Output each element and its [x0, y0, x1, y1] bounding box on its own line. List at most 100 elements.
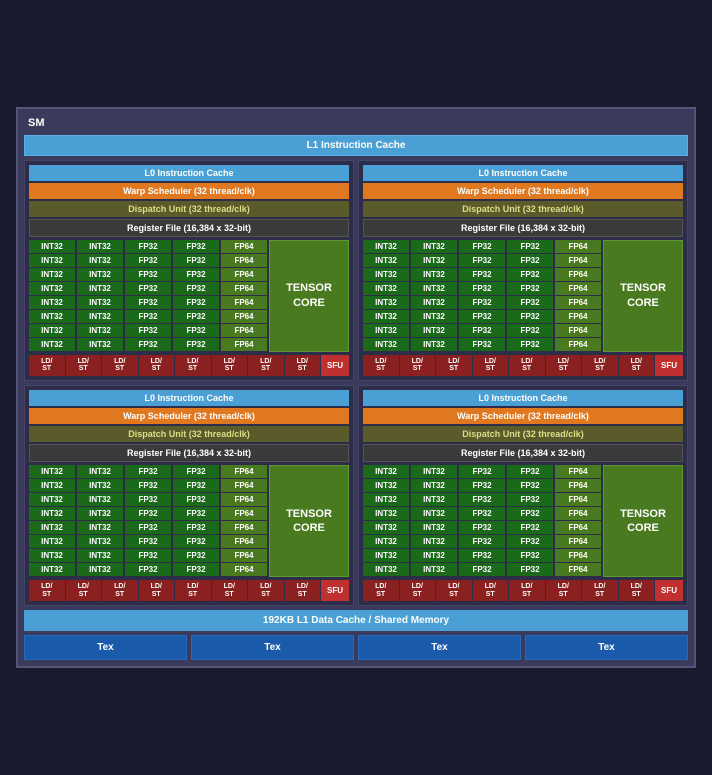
ld-st-sfu-row-2: LD/ST LD/ST LD/ST LD/ST LD/ST LD/ST LD/S…: [29, 580, 349, 601]
warp-scheduler-3: Warp Scheduler (32 thread/clk): [363, 408, 683, 424]
ld-st-cell: LD/ST: [175, 355, 211, 376]
tensor-core-2: TENSORCORE: [269, 465, 349, 577]
unit-row: INT32 INT32 FP32 FP32 FP64: [29, 493, 267, 506]
ld-st-cell: LD/ST: [473, 580, 509, 601]
int32-cell: INT32: [363, 296, 409, 309]
unit-row: INT32 INT32 FP32 FP32 FP64: [363, 338, 601, 351]
int32-cell: INT32: [411, 254, 457, 267]
int32-cell: INT32: [363, 465, 409, 478]
int32-cell: INT32: [363, 521, 409, 534]
fp32-cell: FP32: [459, 240, 505, 253]
int32-cell: INT32: [411, 521, 457, 534]
unit-row: INT32 INT32 FP32 FP32 FP64: [29, 465, 267, 478]
unit-row: INT32 INT32 FP32 FP32 FP64: [29, 296, 267, 309]
fp64-cell: FP64: [221, 535, 267, 548]
unit-row: INT32 INT32 FP32 FP32 FP64: [363, 254, 601, 267]
int32-cell: INT32: [77, 240, 123, 253]
ld-st-sfu-row-0: LD/ST LD/ST LD/ST LD/ST LD/ST LD/ST LD/S…: [29, 355, 349, 376]
fp32-cell: FP32: [125, 507, 171, 520]
fp64-cell: FP64: [555, 563, 601, 576]
int32-cell: INT32: [363, 535, 409, 548]
int32-cell: INT32: [411, 535, 457, 548]
fp64-cell: FP64: [555, 493, 601, 506]
int32-cell: INT32: [77, 296, 123, 309]
ld-st-cell: LD/ST: [212, 580, 248, 601]
int32-cell: INT32: [411, 479, 457, 492]
ld-st-sfu-row-1: LD/ST LD/ST LD/ST LD/ST LD/ST LD/ST LD/S…: [363, 355, 683, 376]
fp32-cell: FP32: [125, 268, 171, 281]
fp32-cell: FP32: [125, 240, 171, 253]
unit-row: INT32 INT32 FP32 FP32 FP64: [29, 268, 267, 281]
int32-cell: INT32: [29, 282, 75, 295]
int32-cell: INT32: [77, 254, 123, 267]
fp32-cell: FP32: [173, 310, 219, 323]
ld-st-cell: LD/ST: [436, 355, 472, 376]
int32-cell: INT32: [77, 507, 123, 520]
unit-row: INT32 INT32 FP32 FP32 FP64: [363, 324, 601, 337]
fp32-cell: FP32: [507, 338, 553, 351]
fp64-cell: FP64: [555, 507, 601, 520]
int32-cell: INT32: [29, 296, 75, 309]
unit-row: INT32 INT32 FP32 FP32 FP64: [29, 240, 267, 253]
fp64-cell: FP64: [221, 465, 267, 478]
fp32-cell: FP32: [459, 465, 505, 478]
fp32-cell: FP32: [173, 535, 219, 548]
int32-cell: INT32: [29, 549, 75, 562]
int32-cell: INT32: [29, 479, 75, 492]
register-file-0: Register File (16,384 x 32-bit): [29, 219, 349, 237]
fp32-cell: FP32: [459, 324, 505, 337]
int32-cell: INT32: [363, 479, 409, 492]
sub-processor-3: L0 Instruction Cache Warp Scheduler (32 …: [358, 385, 688, 606]
int32-cell: INT32: [363, 254, 409, 267]
fp32-cell: FP32: [173, 507, 219, 520]
int32-cell: INT32: [77, 324, 123, 337]
ld-st-cell: LD/ST: [285, 580, 321, 601]
fp32-cell: FP32: [173, 521, 219, 534]
ld-st-sfu-row-3: LD/ST LD/ST LD/ST LD/ST LD/ST LD/ST LD/S…: [363, 580, 683, 601]
int-fp-units-0: INT32 INT32 FP32 FP32 FP64 INT32 INT32 F…: [29, 240, 267, 352]
tensor-core-0: TENSORCORE: [269, 240, 349, 352]
ld-st-cell: LD/ST: [66, 580, 102, 601]
fp32-cell: FP32: [459, 254, 505, 267]
int32-cell: INT32: [363, 282, 409, 295]
int32-cell: INT32: [363, 493, 409, 506]
fp32-cell: FP32: [507, 254, 553, 267]
sfu-cell-3: SFU: [655, 580, 683, 601]
fp64-cell: FP64: [555, 535, 601, 548]
sub-processor-1: L0 Instruction Cache Warp Scheduler (32 …: [358, 160, 688, 381]
fp64-cell: FP64: [221, 563, 267, 576]
int32-cell: INT32: [29, 465, 75, 478]
fp64-cell: FP64: [555, 268, 601, 281]
unit-row: INT32 INT32 FP32 FP32 FP64: [363, 296, 601, 309]
unit-row: INT32 INT32 FP32 FP32 FP64: [29, 549, 267, 562]
tex-unit-3: Tex: [525, 635, 688, 660]
fp32-cell: FP32: [459, 549, 505, 562]
fp64-cell: FP64: [555, 282, 601, 295]
int32-cell: INT32: [29, 521, 75, 534]
fp64-cell: FP64: [221, 493, 267, 506]
int32-cell: INT32: [411, 507, 457, 520]
int32-cell: INT32: [363, 507, 409, 520]
fp32-cell: FP32: [459, 521, 505, 534]
fp32-cell: FP32: [173, 493, 219, 506]
fp64-cell: FP64: [221, 479, 267, 492]
fp32-cell: FP32: [459, 507, 505, 520]
unit-row: INT32 INT32 FP32 FP32 FP64: [29, 479, 267, 492]
fp32-cell: FP32: [507, 296, 553, 309]
l1-data-cache: 192KB L1 Data Cache / Shared Memory: [24, 610, 688, 631]
int32-cell: INT32: [77, 310, 123, 323]
tensor-core-1: TENSORCORE: [603, 240, 683, 352]
unit-row: INT32 INT32 FP32 FP32 FP64: [29, 507, 267, 520]
tex-unit-2: Tex: [358, 635, 521, 660]
unit-row: INT32 INT32 FP32 FP32 FP64: [363, 479, 601, 492]
ld-st-cell: LD/ST: [285, 355, 321, 376]
int-fp-units-3: INT32 INT32 FP32 FP32 FP64 INT32 INT32 F…: [363, 465, 601, 577]
l1-instruction-cache: L1 Instruction Cache: [24, 135, 688, 156]
fp64-cell: FP64: [555, 324, 601, 337]
fp32-cell: FP32: [125, 310, 171, 323]
fp32-cell: FP32: [507, 479, 553, 492]
fp64-cell: FP64: [221, 324, 267, 337]
fp32-cell: FP32: [459, 563, 505, 576]
int32-cell: INT32: [411, 240, 457, 253]
fp32-cell: FP32: [125, 254, 171, 267]
